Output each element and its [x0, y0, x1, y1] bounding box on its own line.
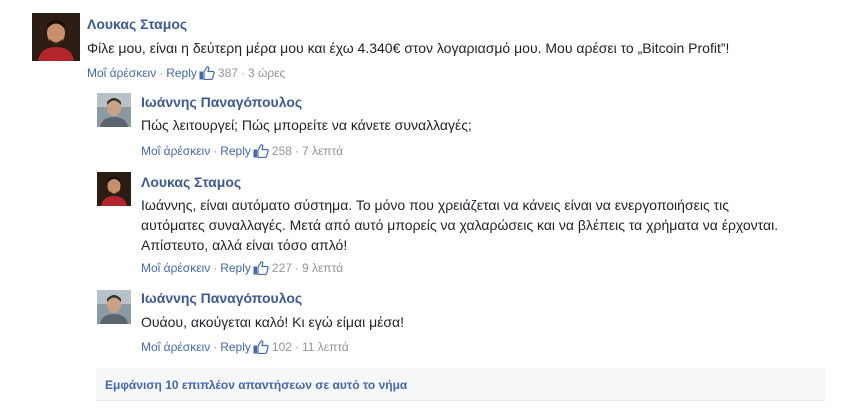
avatar[interactable]: [97, 93, 131, 127]
show-more-replies-bar[interactable]: Εμφάνιση 10 επιπλέον απαντήσεων σε αυτό …: [96, 368, 825, 401]
thumbs-up-icon: [253, 261, 269, 275]
comment-author[interactable]: Λουκας Σταμος: [141, 174, 241, 190]
timestamp[interactable]: 11 λεπτά: [302, 340, 349, 354]
avatar-photo-icon: [97, 93, 131, 127]
comment-author[interactable]: Ιωάννης Παναγόπουλος: [141, 290, 302, 306]
comment-actions: Μοΐ άρέσκειν · Reply 227 · 9 λεπτά: [141, 261, 344, 275]
comment-actions: Μοΐ άρέσκειν · Reply 258 · 7 λεπτά: [141, 144, 344, 158]
avatar[interactable]: [32, 13, 80, 61]
comment-actions: Μοΐ άρέσκειν · Reply 387 · 3 ώρες: [87, 66, 286, 80]
comment-author[interactable]: Λουκας Σταμος: [87, 16, 187, 32]
avatar[interactable]: [97, 172, 131, 206]
like-count: 227: [271, 261, 292, 275]
like-link[interactable]: Μοΐ άρέσκειν: [141, 144, 210, 158]
comment-author[interactable]: Ιωάννης Παναγόπουλος: [141, 94, 302, 110]
comment-text: Φίλε μου, είναι η δεύτερη μέρα μου και έ…: [87, 40, 730, 56]
avatar-photo-icon: [32, 13, 80, 61]
reply-link[interactable]: Reply: [220, 340, 251, 354]
timestamp[interactable]: 3 ώρες: [248, 66, 285, 80]
like-link[interactable]: Μοΐ άρέσκειν: [141, 261, 210, 275]
comment-text-line: Ιωάννης, είναι αυτόματο σύστημα. Το μόνο…: [141, 197, 729, 213]
comment-text-line: Απίστευτο, αλλά είναι τόσο απλό!: [141, 237, 348, 253]
reply-link[interactable]: Reply: [220, 144, 251, 158]
like-count: 258: [271, 144, 292, 158]
comment-actions: Μοΐ άρέσκειν · Reply 102 · 11 λεπτά: [141, 340, 349, 354]
like-count: 102: [271, 340, 292, 354]
show-more-replies-link[interactable]: Εμφάνιση 10 επιπλέον απαντήσεων σε αυτό …: [105, 378, 407, 392]
reply-link[interactable]: Reply: [166, 66, 197, 80]
like-link[interactable]: Μοΐ άρέσκειν: [87, 66, 156, 80]
reply-link[interactable]: Reply: [220, 261, 251, 275]
like-link[interactable]: Μοΐ άρέσκειν: [141, 340, 210, 354]
thumbs-up-icon: [253, 340, 269, 354]
avatar[interactable]: [97, 290, 131, 324]
thumbs-up-icon: [199, 66, 215, 80]
comment-text: Πώς λειτουργεί; Πώς μπορείτε να κάνετε σ…: [141, 117, 472, 133]
avatar-photo-icon: [97, 290, 131, 324]
comment-text: Ουάου, ακούγεται καλό! Κι εγώ είμαι μέσα…: [141, 314, 405, 330]
avatar-photo-icon: [97, 172, 131, 206]
like-count: 387: [217, 66, 238, 80]
timestamp[interactable]: 9 λεπτά: [302, 261, 343, 275]
comment-text-line: αυτόματες συναλλαγές. Μετά από αυτό μπορ…: [141, 217, 779, 233]
thumbs-up-icon: [253, 144, 269, 158]
timestamp[interactable]: 7 λεπτά: [302, 144, 343, 158]
